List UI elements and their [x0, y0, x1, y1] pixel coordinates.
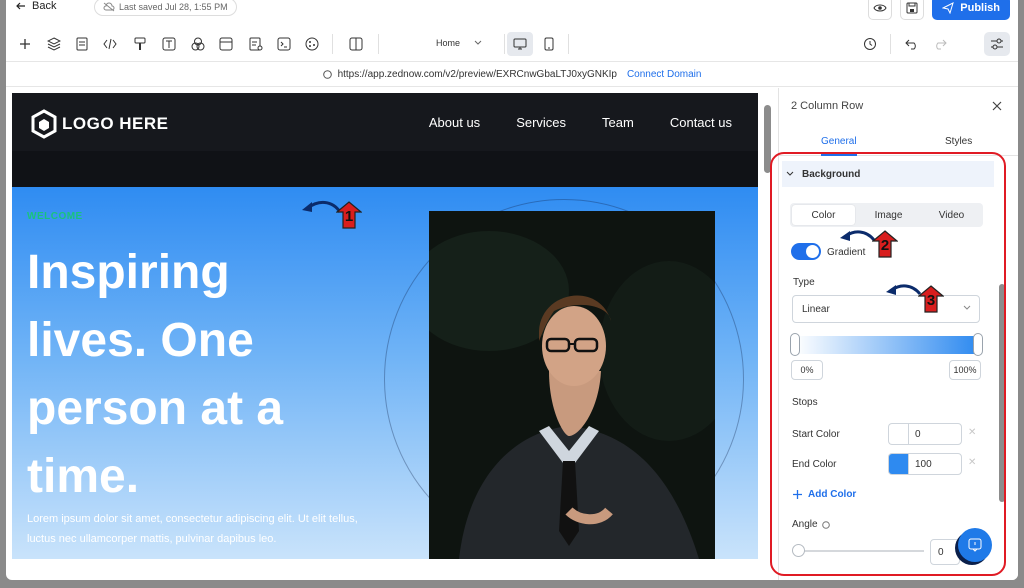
toolbar-divider: [504, 34, 505, 54]
logo-hexagon-icon: [31, 109, 57, 139]
toolbar-divider: [378, 34, 379, 54]
eye-icon: [873, 4, 887, 12]
annotation-2-text: 2: [880, 236, 890, 254]
site-logo[interactable]: LOGO HERE: [30, 109, 169, 139]
page-canvas[interactable]: LOGO HERE About us Services Team Contact…: [12, 93, 758, 559]
hero-headline[interactable]: Inspiring lives. One person at a time.: [27, 239, 357, 511]
close-icon[interactable]: [992, 98, 1002, 116]
chevron-down-icon: [474, 40, 482, 45]
preview-url[interactable]: https://app.zednow.com/v2/preview/EXRCnw…: [338, 69, 617, 80]
paint-icon[interactable]: [132, 36, 148, 52]
page-select-value: Home: [436, 38, 461, 48]
toolbar-divider: [332, 34, 333, 54]
preview-button[interactable]: [868, 0, 893, 20]
annotation-3-text: 3: [926, 291, 936, 309]
form-icon[interactable]: [248, 36, 264, 52]
hero-section[interactable]: WELCOME Inspiring lives. One person at a…: [12, 187, 758, 559]
page-icon[interactable]: [74, 36, 90, 52]
globe-icon: [322, 69, 332, 79]
last-saved-badge: Last saved Jul 28, 1:55 PM: [94, 0, 237, 16]
hero-photo[interactable]: [429, 211, 715, 559]
cookie-icon[interactable]: [304, 36, 320, 52]
publish-button[interactable]: Publish: [932, 0, 1010, 20]
terminal-icon[interactable]: [276, 36, 292, 52]
settings-toggle-button[interactable]: [984, 32, 1010, 56]
nav-services[interactable]: Services: [516, 115, 566, 130]
undo-icon[interactable]: [904, 36, 920, 52]
desktop-view-button[interactable]: [507, 32, 533, 56]
site-header[interactable]: LOGO HERE About us Services Team Contact…: [12, 93, 758, 151]
header-spacer: [12, 151, 758, 187]
layers-icon[interactable]: [46, 36, 62, 52]
arrow-left-icon: [16, 2, 25, 10]
code-icon[interactable]: [102, 36, 118, 52]
annotation-badge-3: 3: [918, 285, 944, 313]
shapes-icon[interactable]: [190, 36, 206, 52]
welcome-label[interactable]: WELCOME: [27, 211, 83, 222]
toolbar-divider: [890, 34, 891, 54]
tab-styles[interactable]: Styles: [945, 136, 972, 147]
site-nav: About us Services Team Contact us: [429, 115, 732, 130]
cloud-off-icon: [103, 2, 115, 12]
annotation-badge-1: 1: [336, 201, 362, 229]
man-in-suit-image: [429, 211, 715, 559]
page-select[interactable]: Home: [436, 38, 482, 48]
annotation-badge-2: 2: [872, 230, 898, 258]
sliders-icon: [991, 38, 1003, 50]
back-button[interactable]: Back: [16, 0, 56, 12]
save-icon: [906, 2, 918, 14]
layout-icon[interactable]: [218, 36, 234, 52]
logo-text: LOGO HERE: [62, 114, 169, 133]
text-icon[interactable]: [161, 36, 177, 52]
connect-domain-link[interactable]: Connect Domain: [627, 69, 701, 80]
toolbar-divider: [568, 34, 569, 54]
history-icon[interactable]: [862, 36, 878, 52]
preview-url-bar: https://app.zednow.com/v2/preview/EXRCnw…: [6, 61, 1018, 87]
nav-team[interactable]: Team: [602, 115, 634, 130]
redo-icon[interactable]: [932, 36, 948, 52]
nav-contact[interactable]: Contact us: [670, 115, 732, 130]
app-frame: Back Last saved Jul 28, 1:55 PM Publish: [0, 0, 1024, 588]
annotation-1-text: 1: [344, 207, 354, 225]
mobile-icon: [544, 37, 554, 51]
plus-icon[interactable]: [17, 36, 33, 52]
back-label: Back: [32, 0, 57, 12]
editor-toolbar: Home: [6, 30, 1018, 58]
nav-about[interactable]: About us: [429, 115, 480, 130]
mobile-view-button[interactable]: [536, 32, 562, 56]
publish-label: Publish: [960, 2, 1000, 14]
desktop-icon: [513, 38, 527, 50]
tab-general[interactable]: General: [821, 136, 857, 147]
panel-title: 2 Column Row: [791, 100, 864, 112]
highlight-box: [770, 152, 1006, 576]
send-icon: [942, 2, 955, 14]
hero-paragraph[interactable]: Lorem ipsum dolor sit amet, consectetur …: [27, 509, 367, 549]
columns-icon[interactable]: [348, 36, 364, 52]
save-button[interactable]: [900, 0, 925, 20]
last-saved-text: Last saved Jul 28, 1:55 PM: [119, 2, 228, 12]
